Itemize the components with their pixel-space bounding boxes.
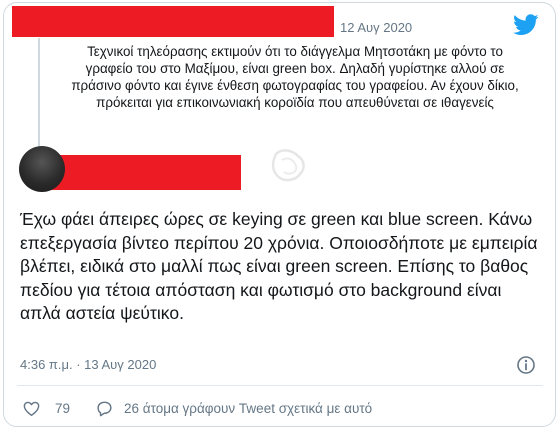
redaction-bar-author — [35, 155, 241, 190]
thread-connector-line — [38, 38, 40, 150]
reply-button[interactable]: 26 άτομα γράφουν Tweet σχετικά με αυτό — [95, 399, 372, 418]
quoted-tweet-date[interactable]: 12 Αυγ 2020 — [340, 20, 412, 35]
avatar[interactable] — [19, 146, 65, 192]
info-icon[interactable] — [516, 355, 536, 375]
heart-icon — [23, 401, 40, 416]
quoted-tweet-text: Τεχνικοί τηλεόρασης εκτιμούν ότι το διάγ… — [71, 44, 519, 110]
redaction-bar-top — [12, 6, 334, 37]
like-button[interactable]: 79 — [22, 399, 70, 418]
decorative-scribble — [271, 149, 305, 182]
divider — [17, 385, 543, 386]
twitter-bird-icon[interactable] — [513, 14, 539, 36]
tweet-timestamp[interactable]: 4:36 π.μ. · 13 Αυγ 2020 — [20, 357, 156, 372]
reply-count-label: 26 άτομα γράφουν Tweet σχετικά με αυτό — [124, 401, 373, 416]
like-count: 79 — [55, 401, 71, 416]
tweet-body: Έχω φάει άπειρες ώρες σε keying σε green… — [20, 209, 538, 323]
speech-bubble-icon — [97, 401, 112, 417]
